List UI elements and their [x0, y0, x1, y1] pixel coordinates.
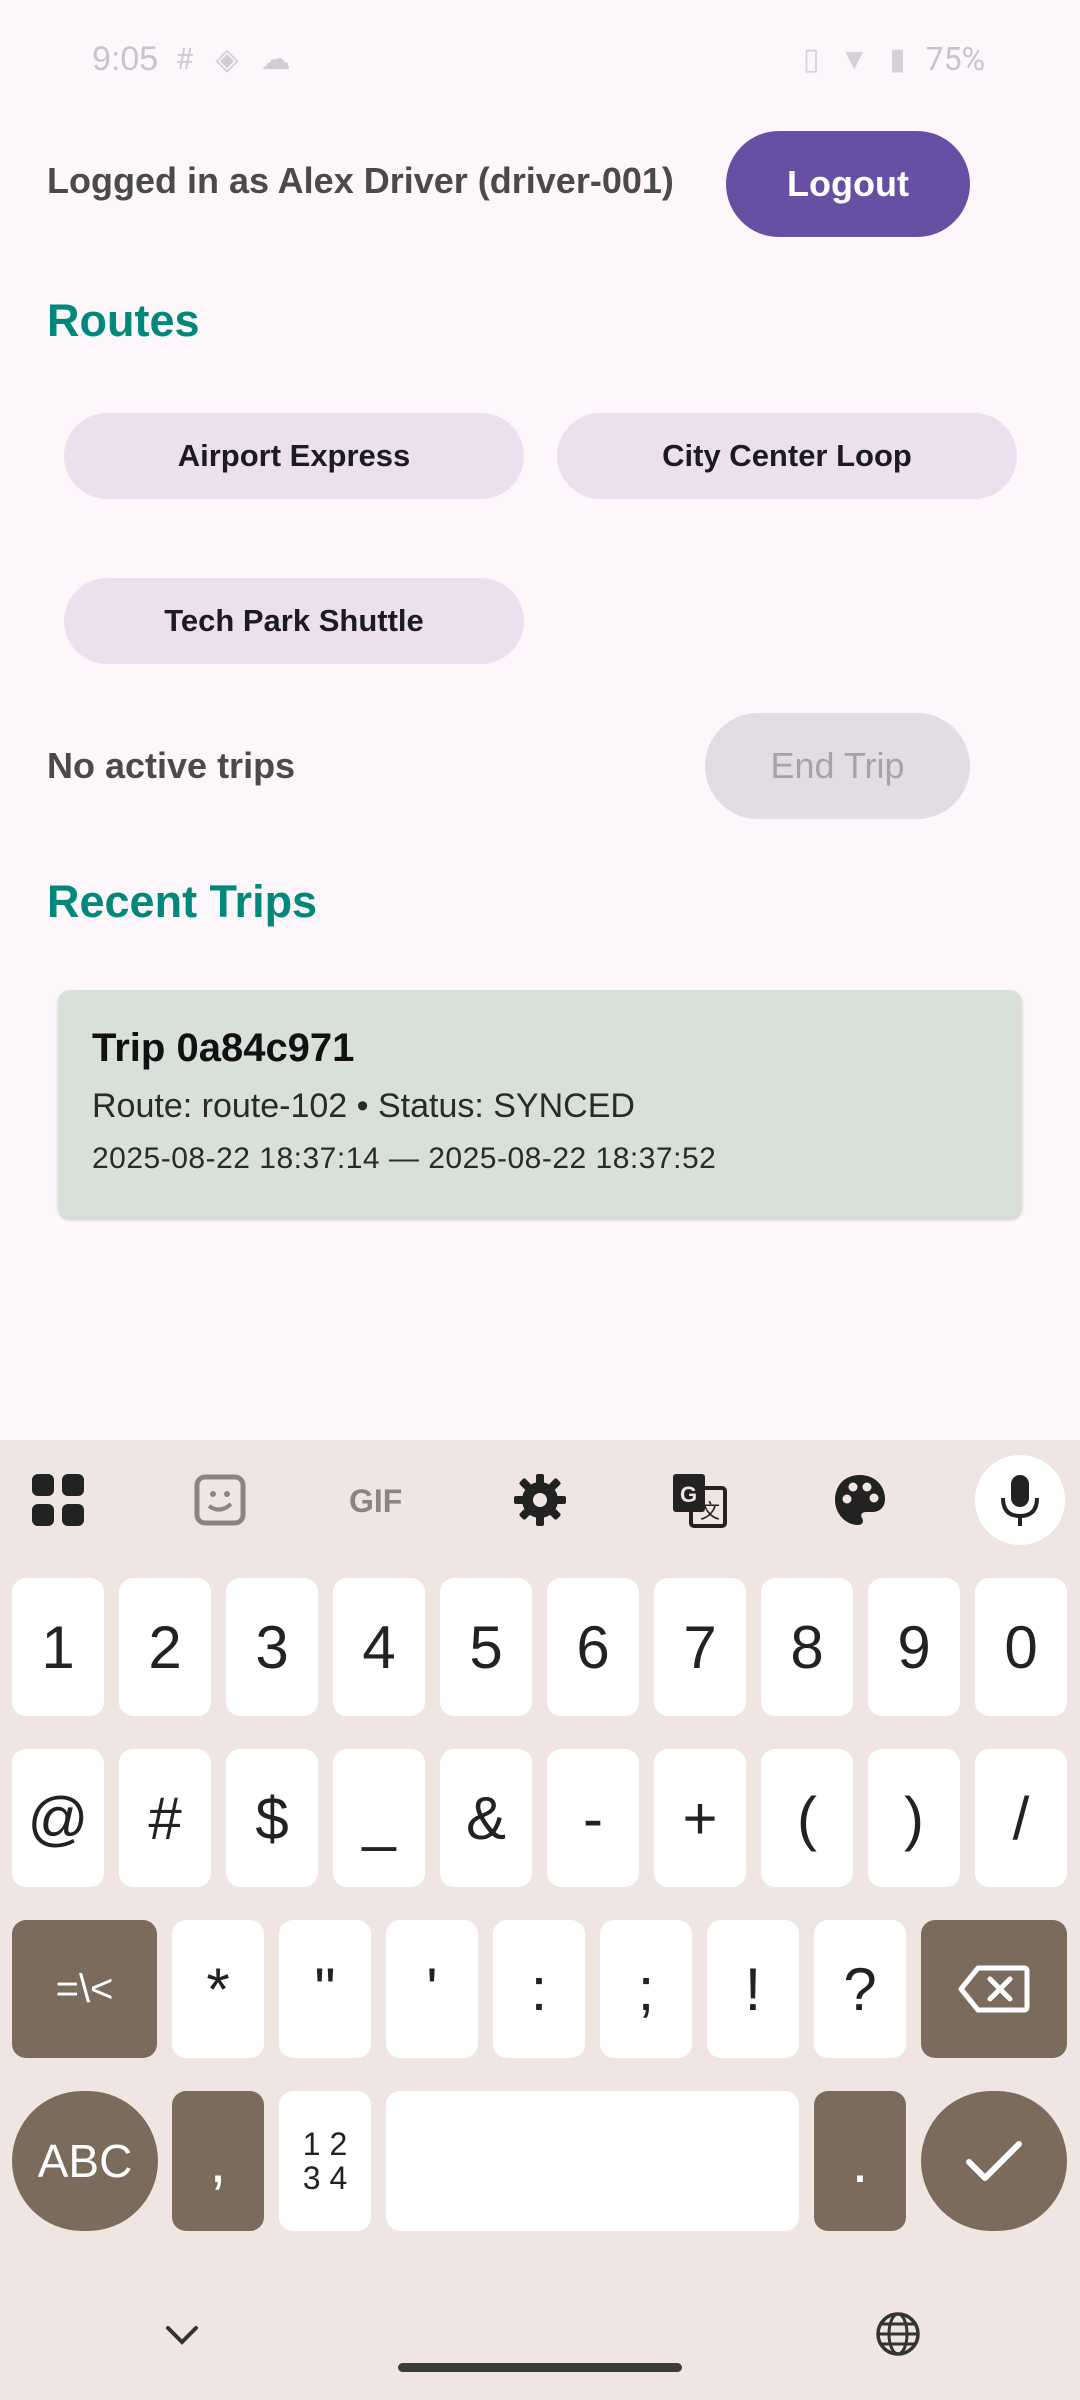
trip-title: Trip 0a84c971 [92, 1026, 355, 1070]
microphone-icon[interactable] [975, 1455, 1065, 1545]
gif-icon[interactable]: GIF [340, 1460, 420, 1540]
key-6[interactable]: 6 [547, 1578, 639, 1716]
palette-icon[interactable] [820, 1460, 900, 1540]
end-trip-button[interactable]: End Trip [705, 713, 970, 819]
keyboard-toolbar: GIF G文 [0, 1440, 1080, 1555]
vibrate-icon: ▯ [802, 41, 820, 77]
numpad-label-bottom: 3 4 [302, 2160, 348, 2196]
key-underscore[interactable]: _ [333, 1749, 425, 1887]
key-single-quote[interactable]: ' [386, 1920, 478, 2058]
notification-icons: # ◈ ☁ [175, 42, 291, 77]
logged-in-label: Logged in as Alex Driver (driver-001) [47, 160, 674, 201]
key-period[interactable]: . [814, 2091, 906, 2231]
key-minus[interactable]: - [547, 1749, 639, 1887]
numpad-key[interactable]: 1 2 3 4 [279, 2091, 371, 2231]
key-9[interactable]: 9 [868, 1578, 960, 1716]
checkmark-icon [966, 2141, 1022, 2181]
hashtag-icon: # [175, 42, 194, 77]
route-button-city-center-loop[interactable]: City Center Loop [557, 413, 1017, 499]
translate-icon[interactable]: G文 [660, 1460, 740, 1540]
wifi-icon: ▼ [839, 41, 870, 77]
battery-icon: ▮ [889, 41, 906, 77]
numpad-label-top: 1 2 [302, 2126, 348, 2162]
space-key[interactable] [386, 2091, 799, 2231]
battery-percent: 75% [925, 40, 985, 78]
enter-key[interactable] [921, 2091, 1067, 2231]
key-ampersand[interactable]: & [440, 1749, 532, 1887]
key-8[interactable]: 8 [761, 1578, 853, 1716]
key-0[interactable]: 0 [975, 1578, 1067, 1716]
trip-times: 2025-08-22 18:37:14 — 2025-08-22 18:37:5… [92, 1142, 717, 1175]
svg-text:G: G [680, 1482, 697, 1507]
apps-grid-icon[interactable] [18, 1460, 98, 1540]
logout-button[interactable]: Logout [726, 131, 970, 237]
svg-text:GIF: GIF [349, 1483, 402, 1519]
key-1[interactable]: 1 [12, 1578, 104, 1716]
key-asterisk[interactable]: * [172, 1920, 264, 2058]
system-icons: ▯ ▼ ▮ 75% [803, 40, 985, 78]
backspace-icon [958, 1965, 1030, 2013]
recent-trips-title: Recent Trips [47, 876, 318, 927]
key-at[interactable]: @ [12, 1749, 104, 1887]
status-bar: 9:05 # ◈ ☁ ▯ ▼ ▮ 75% [0, 0, 1080, 120]
route-button-tech-park-shuttle[interactable]: Tech Park Shuttle [64, 578, 524, 664]
key-exclamation[interactable]: ! [707, 1920, 799, 2058]
key-open-paren[interactable]: ( [761, 1749, 853, 1887]
backspace-key[interactable] [921, 1920, 1067, 2058]
svg-text:文: 文 [700, 1500, 720, 1523]
navigation-bar [0, 2280, 1080, 2400]
cloud-icon: ☁ [260, 42, 291, 77]
vpn-icon: ◈ [215, 42, 239, 77]
abc-key[interactable]: ABC [12, 2091, 158, 2231]
key-dollar[interactable]: $ [226, 1749, 318, 1887]
key-double-quote[interactable]: " [279, 1920, 371, 2058]
key-3[interactable]: 3 [226, 1578, 318, 1716]
active-trip-status: No active trips [47, 745, 296, 786]
key-question[interactable]: ? [814, 1920, 906, 2058]
home-gesture-pill[interactable] [398, 2363, 682, 2372]
route-button-airport-express[interactable]: Airport Express [64, 413, 524, 499]
key-comma[interactable]: , [172, 2091, 264, 2231]
routes-title: Routes [47, 295, 200, 346]
key-4[interactable]: 4 [333, 1578, 425, 1716]
trip-route-status: Route: route-102 • Status: SYNCED [92, 1087, 635, 1125]
trip-card[interactable]: Trip 0a84c971 Route: route-102 • Status:… [58, 990, 1022, 1218]
key-colon[interactable]: : [493, 1920, 585, 2058]
key-semicolon[interactable]: ; [600, 1920, 692, 2058]
key-2[interactable]: 2 [119, 1578, 211, 1716]
key-hash[interactable]: # [119, 1749, 211, 1887]
status-time: 9:05 [92, 40, 159, 78]
hide-keyboard-chevron-icon[interactable] [162, 2320, 202, 2352]
sticker-icon[interactable] [180, 1460, 260, 1540]
key-5[interactable]: 5 [440, 1578, 532, 1716]
key-slash[interactable]: / [975, 1749, 1067, 1887]
more-symbols-key[interactable]: =\< [12, 1920, 157, 2058]
on-screen-keyboard: GIF G文 1 2 3 4 5 6 7 8 9 0 @ # $ _ & - +… [0, 1440, 1080, 2400]
globe-language-icon[interactable] [874, 2310, 922, 2362]
key-7[interactable]: 7 [654, 1578, 746, 1716]
key-plus[interactable]: + [654, 1749, 746, 1887]
key-close-paren[interactable]: ) [868, 1749, 960, 1887]
settings-gear-icon[interactable] [500, 1460, 580, 1540]
